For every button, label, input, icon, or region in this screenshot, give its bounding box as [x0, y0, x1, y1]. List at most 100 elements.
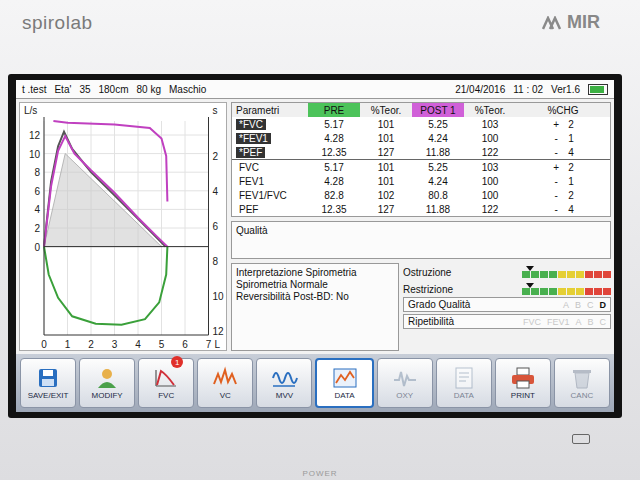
column-header: Parametri — [232, 103, 308, 117]
column-header: %Teor. — [360, 103, 412, 117]
toolbar-button[interactable]: DATA — [436, 358, 492, 408]
chg-cell: -4 — [516, 202, 610, 216]
vc-icon — [211, 366, 239, 390]
meter-marker-icon — [526, 283, 534, 288]
meter-bar — [522, 283, 611, 295]
post-pct-cell: 100 — [464, 188, 516, 202]
meter-segment — [585, 271, 593, 278]
canc-icon — [568, 366, 596, 390]
grade-label: Grado Qualità — [408, 299, 470, 310]
pre-cell: 82.8 — [308, 188, 360, 202]
pre-cell: 5.17 — [308, 117, 360, 131]
button-label: OXY — [396, 391, 413, 400]
flow-unit: L/s — [24, 105, 37, 116]
meter-segment — [540, 271, 548, 278]
meter-row: Restrizione — [403, 280, 611, 295]
button-label: DATA — [334, 391, 354, 400]
param-cell: *FVC — [232, 117, 308, 131]
toolbar-button[interactable]: MVV — [256, 358, 312, 408]
toolbar-button[interactable]: PRINT — [495, 358, 551, 408]
param-name: FVC — [236, 162, 262, 173]
lcd: t .test Eta' 35 180cm 80 kg Maschio 21/0… — [16, 80, 614, 412]
repeatability-item: B — [587, 317, 593, 327]
grade-item: C — [587, 300, 594, 310]
table-row[interactable]: FVC 5.17 101 5.25 103 +2 — [232, 159, 610, 174]
brand-label: spirolab — [22, 12, 93, 34]
age-label: Eta' — [54, 84, 71, 95]
table-header: ParametriPRE%Teor.POST 1%Teor.%CHG — [232, 103, 610, 117]
pre-pct-cell: 101 — [360, 131, 412, 145]
meter-segment — [522, 288, 530, 295]
toolbar-button[interactable]: VC — [197, 358, 253, 408]
toolbar-button[interactable]: SAVE/EXIT — [20, 358, 76, 408]
table-row[interactable]: *FEV1 4.28 101 4.24 100 -1 — [232, 131, 610, 145]
volume-unit: L — [215, 339, 221, 350]
screen-row: t .test Eta' 35 180cm 80 kg Maschio 21/0… — [0, 74, 640, 418]
post-cell: 5.25 — [412, 160, 464, 174]
mir-logo-icon — [542, 16, 564, 30]
meter-segment — [594, 288, 602, 295]
version-value: Ver1.6 — [551, 84, 580, 95]
chg-value: 1 — [568, 176, 574, 187]
time-tick: 6 — [213, 221, 219, 232]
chg-value: 4 — [568, 147, 574, 158]
meter-segment — [549, 288, 557, 295]
toolbar-button[interactable]: MODIFY — [79, 358, 135, 408]
param-cell: FEV1/FVC — [232, 188, 308, 202]
repeatability-item: FEV1 — [547, 317, 570, 327]
meter-row: Ostruzione — [403, 263, 611, 278]
power-label: POWER — [302, 469, 337, 480]
button-label: MODIFY — [92, 391, 123, 400]
meter-segment — [585, 288, 593, 295]
chg-value: 4 — [568, 204, 574, 215]
chg-cell: -4 — [516, 145, 610, 159]
chg-cell: -1 — [516, 174, 610, 188]
meter-segment — [603, 288, 611, 295]
print-icon — [509, 366, 537, 390]
grade-item: B — [575, 300, 581, 310]
interpretation-result: Spirometria Normale — [236, 279, 394, 290]
table-row[interactable]: FEV1 4.28 101 4.24 100 -1 — [232, 174, 610, 188]
data-icon — [331, 366, 359, 390]
meter-segment — [531, 288, 539, 295]
meter-label: Ostruzione — [403, 267, 451, 278]
time-unit: s — [213, 105, 218, 116]
post-cell: 5.25 — [412, 117, 464, 131]
table-row[interactable]: *PEF 12.35 127 11.88 122 -4 — [232, 145, 610, 159]
toolbar-button[interactable]: CANC — [554, 358, 610, 408]
button-label: CANC — [571, 391, 594, 400]
toolbar-button[interactable]: 1 FVC — [138, 358, 194, 408]
param-name: FEV1 — [236, 176, 267, 187]
battery-icon — [588, 84, 608, 95]
results-table: ParametriPRE%Teor.POST 1%Teor.%CHG *FVC … — [231, 102, 611, 217]
meter-segment — [558, 271, 566, 278]
param-cell: *PEF — [232, 145, 308, 159]
pre-cell: 12.35 — [308, 145, 360, 159]
grid-line — [44, 246, 209, 247]
repeatability-list: FVCFEV1ABC — [523, 317, 606, 327]
mir-logo: MIR — [542, 12, 600, 33]
volume-tick: 3 — [112, 339, 118, 350]
time-tick: 4 — [213, 186, 219, 197]
chg-value: 1 — [568, 133, 574, 144]
curve-line — [53, 121, 167, 202]
param-name: FEV1/FVC — [236, 190, 290, 201]
repeatability-box: Ripetibilità FVCFEV1ABC — [403, 314, 611, 329]
button-label: DATA — [454, 391, 474, 400]
param-cell: *FEV1 — [232, 131, 308, 145]
table-row[interactable]: PEF 12.35 127 11.88 122 -4 — [232, 202, 610, 216]
button-label: PRINT — [511, 391, 535, 400]
pre-pct-cell: 101 — [360, 117, 412, 131]
table-row[interactable]: *FVC 5.17 101 5.25 103 +2 — [232, 117, 610, 131]
toolbar-button[interactable]: OXY — [377, 358, 433, 408]
param-cell: FEV1 — [232, 174, 308, 188]
time-tick: 12 — [213, 326, 225, 337]
meter-segment — [540, 288, 548, 295]
column-header: PRE — [308, 103, 360, 117]
interpretation-box: Interpretazione Spirometria Spirometria … — [231, 263, 399, 351]
chg-sign: - — [552, 133, 560, 144]
button-label: SAVE/EXIT — [28, 391, 69, 400]
volume-tick: 5 — [159, 339, 165, 350]
table-row[interactable]: FEV1/FVC 82.8 102 80.8 100 -2 — [232, 188, 610, 202]
toolbar-button[interactable]: DATA — [315, 358, 373, 408]
